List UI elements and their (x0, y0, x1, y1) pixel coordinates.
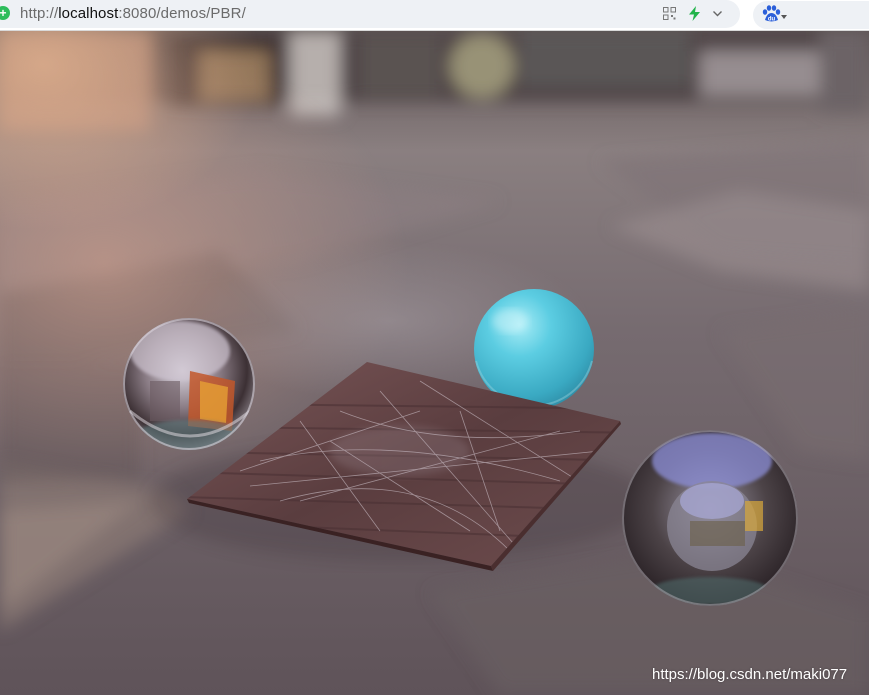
cyan-sphere (474, 289, 594, 409)
site-icon: + (0, 6, 10, 20)
browser-toolbar: + http://localhost:8080/demos/PBR/ du (0, 0, 869, 31)
caret-down-icon[interactable] (781, 15, 787, 19)
glass-sphere-right (622, 430, 798, 606)
qr-code-icon[interactable] (663, 7, 676, 20)
address-bar[interactable]: + http://localhost:8080/demos/PBR/ (0, 0, 740, 28)
url-prefix: http:// (20, 5, 59, 22)
url-text[interactable]: http://localhost:8080/demos/PBR/ (20, 5, 246, 22)
svg-text:du: du (768, 17, 776, 23)
lightning-icon[interactable] (688, 6, 701, 21)
scene-render (0, 31, 869, 695)
watermark: https://blog.csdn.net/maki077 (652, 666, 848, 683)
chevron-down-icon[interactable] (712, 8, 723, 19)
webgl-canvas[interactable] (0, 31, 869, 695)
baidu-paw-icon[interactable]: du (761, 4, 781, 24)
url-host: localhost (58, 5, 119, 22)
url-rest: :8080/demos/PBR/ (118, 5, 246, 22)
